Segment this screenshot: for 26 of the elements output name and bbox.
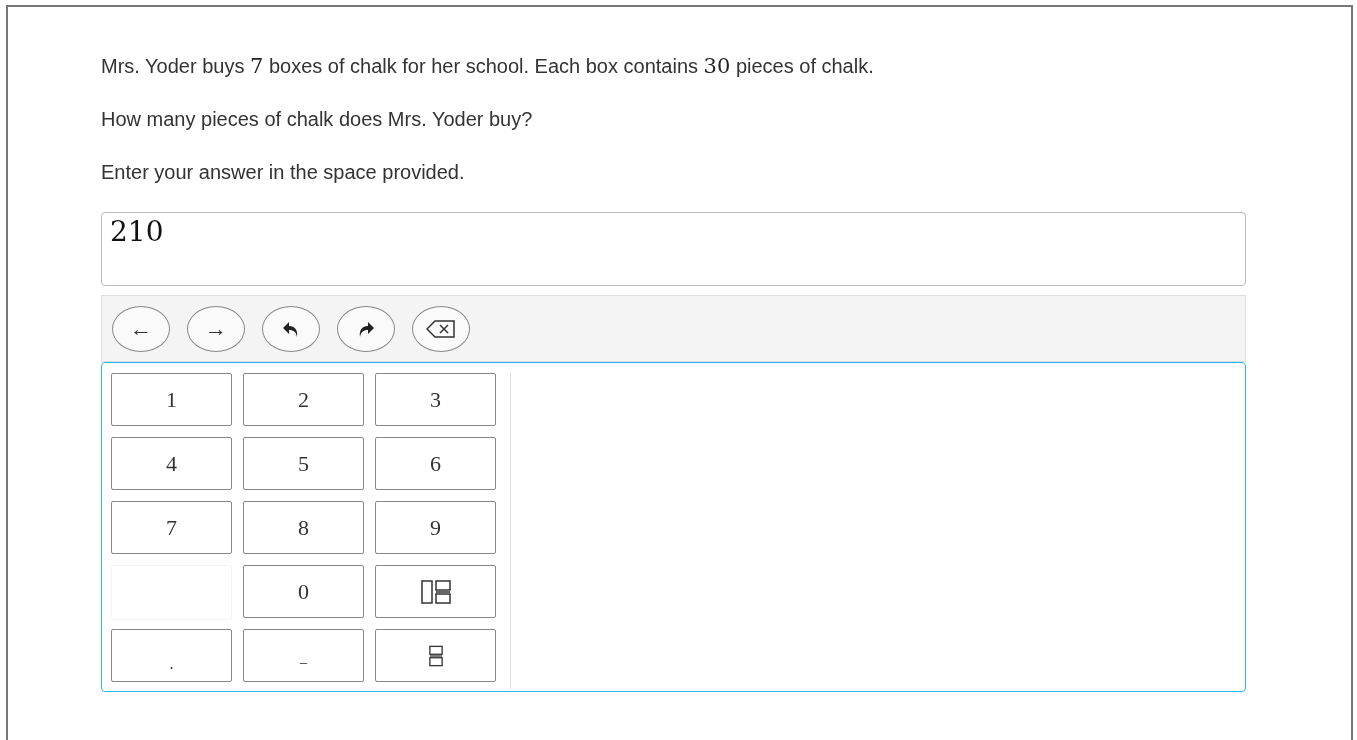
key-button[interactable]: 4 [111, 437, 232, 490]
question-text: How many pieces of chalk does Mrs. Yoder buy? [101, 108, 534, 131]
fraction-button[interactable] [375, 629, 496, 682]
question-text: Enter your answer in the space provided. [101, 161, 466, 184]
mixed-fraction-button[interactable] [375, 565, 496, 618]
key-button[interactable]: . [111, 629, 232, 682]
key-button[interactable]: 0 [243, 565, 364, 618]
key-button[interactable]: 2 [243, 373, 364, 426]
answer-box[interactable]: 210 [101, 212, 1246, 286]
fraction-icon [428, 644, 443, 667]
key-button[interactable]: 1 [111, 373, 232, 426]
mixed-fraction-icon [420, 579, 451, 604]
key-button[interactable]: − [243, 629, 364, 682]
key-button[interactable]: 3 [375, 373, 496, 426]
key-button[interactable]: 6 [375, 437, 496, 490]
backspace-icon [426, 318, 456, 339]
undo-button[interactable] [262, 305, 320, 352]
question-text: Mrs. Yoder buys 7 boxes of chalk for her school. Each box contains 30 pieces of chalk. [101, 55, 875, 78]
key-button[interactable]: 8 [243, 501, 364, 554]
key-button[interactable]: 9 [375, 501, 496, 554]
key-button[interactable]: 5 [243, 437, 364, 490]
backspace-button[interactable] [412, 305, 470, 352]
redo-button[interactable] [337, 305, 395, 352]
arrow-button[interactable]: → [187, 305, 245, 352]
arrow-button[interactable]: ← [112, 305, 170, 352]
key-button[interactable]: 7 [111, 501, 232, 554]
